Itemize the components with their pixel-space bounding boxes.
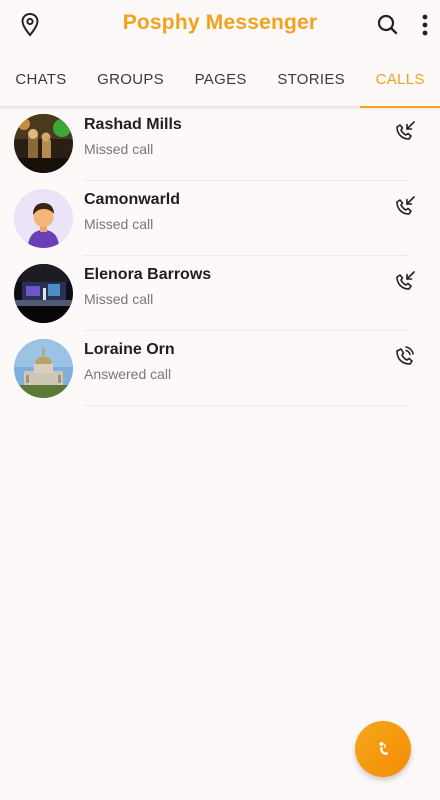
tab-chats[interactable]: CHATS — [0, 58, 82, 106]
call-status: Missed call — [84, 141, 154, 157]
top-app-bar: Posphy Messenger — [0, 0, 440, 52]
call-row-camonwarld[interactable]: Camonwarld Missed call — [0, 181, 440, 256]
avatar[interactable] — [14, 114, 73, 173]
missed-call-icon[interactable] — [392, 193, 418, 219]
caller-name: Rashad Mills — [84, 116, 182, 133]
answered-call-icon[interactable] — [392, 343, 418, 369]
call-row-elenora-barrows[interactable]: Elenora Barrows Missed call — [0, 256, 440, 331]
tab-bar: CHATS GROUPS PAGES STORIES CALLS — [0, 58, 440, 108]
row-divider — [84, 405, 410, 406]
call-row-rashad-mills[interactable]: Rashad Mills Missed call — [0, 106, 440, 181]
search-icon[interactable] — [376, 13, 400, 37]
missed-call-icon[interactable] — [392, 118, 418, 144]
new-call-icon — [379, 742, 389, 755]
app-title: Posphy Messenger — [122, 11, 318, 34]
avatar[interactable] — [14, 339, 73, 398]
call-status: Answered call — [84, 366, 172, 382]
tab-pages[interactable]: PAGES — [179, 58, 262, 106]
caller-name: Loraine Orn — [84, 341, 175, 358]
caller-name: Camonwarld — [84, 191, 181, 208]
call-status: Missed call — [84, 291, 154, 307]
call-status: Missed call — [84, 216, 154, 232]
avatar[interactable] — [14, 264, 73, 323]
calls-list: Rashad Mills Missed call Camonwarld Miss… — [0, 106, 440, 406]
caller-name: Elenora Barrows — [84, 266, 212, 283]
call-row-loraine-orn[interactable]: Loraine Orn Answered call — [0, 331, 440, 406]
tab-groups[interactable]: GROUPS — [82, 58, 179, 106]
avatar[interactable] — [14, 189, 73, 248]
new-call-button[interactable] — [355, 721, 411, 777]
tab-calls[interactable]: CALLS — [360, 58, 440, 108]
missed-call-icon[interactable] — [392, 268, 418, 294]
tab-stories[interactable]: STORIES — [262, 58, 360, 106]
more-vertical-icon[interactable] — [418, 13, 432, 37]
